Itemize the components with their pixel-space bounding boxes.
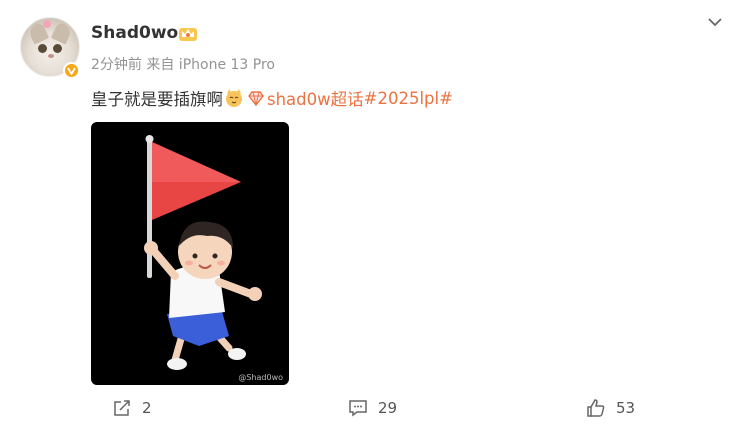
thumbs-up-icon: [587, 399, 605, 417]
cat-eye-left: [38, 44, 47, 53]
cat-eye-right: [53, 44, 62, 53]
share-count: 2: [142, 399, 152, 417]
crown-icon: [179, 28, 197, 41]
chevron-down-icon[interactable]: [705, 14, 725, 30]
comment-button[interactable]: 29: [348, 397, 397, 419]
verified-badge-icon: [63, 62, 80, 79]
flower-decoration: [43, 20, 51, 28]
post-text-row: 皇子就是要插旗啊 shad0w超话 #2025lpl#: [91, 86, 453, 110]
topic-link[interactable]: shad0w超话: [267, 86, 364, 110]
boy-with-red-flag-image: [144, 135, 262, 370]
like-button[interactable]: 53: [586, 397, 635, 419]
comment-icon: [349, 400, 367, 417]
cat-nose: [48, 54, 54, 58]
cat-ear-right: [50, 21, 74, 45]
hashtag-link[interactable]: #2025lpl#: [364, 89, 453, 108]
cat-emoji-icon: [226, 89, 242, 107]
like-count: 53: [616, 399, 636, 417]
share-button[interactable]: 2: [112, 397, 152, 419]
post-meta: 2分钟前 来自 iPhone 13 Pro: [91, 57, 275, 73]
comment-count: 29: [378, 399, 398, 417]
image-watermark: @Shad0wo: [238, 373, 283, 382]
username[interactable]: Shad0wo: [91, 23, 178, 43]
share-icon: [114, 400, 130, 416]
diamond-emoji-icon: [248, 91, 264, 107]
post-text: 皇子就是要插旗啊: [91, 90, 223, 109]
post-image[interactable]: @Shad0wo: [91, 122, 289, 385]
